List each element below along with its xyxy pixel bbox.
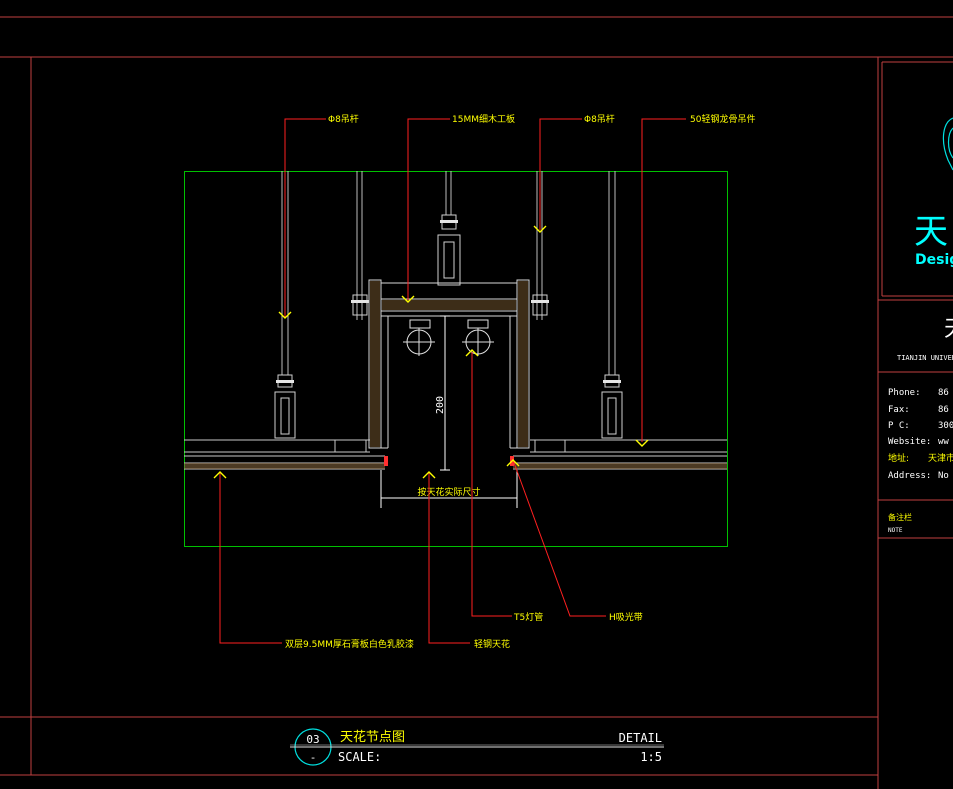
- design-text: Desig: [915, 252, 953, 268]
- contact-label: Website:: [888, 437, 931, 447]
- contact-label: Phone:: [888, 388, 921, 398]
- dimension-vertical: 200: [435, 396, 446, 414]
- detail-dash: -: [310, 751, 317, 764]
- dimension-lines: [380, 315, 518, 508]
- callout-top-1: Φ8吊杆: [328, 113, 359, 125]
- wood-board-hatch: [370, 281, 528, 447]
- contact-label: P C:: [888, 421, 910, 431]
- cad-drawing-canvas[interactable]: 200 按天花实际尺寸 Φ8吊杆 15MM细木工板 Φ8吊杆 50轻钢龙骨吊件 …: [0, 0, 953, 789]
- contact-label: Fax:: [888, 405, 910, 415]
- t5-lamp-fixtures: [403, 319, 494, 356]
- contact-value: ww: [938, 437, 949, 447]
- company-char: 天: [944, 317, 953, 342]
- callout-bottom-4: H吸光带: [609, 611, 643, 623]
- callout-top-2: 15MM细木工板: [452, 113, 515, 125]
- contact-value: 天津市南: [928, 452, 953, 464]
- hanger-clips: [274, 214, 623, 439]
- detail-title: 天花节点图: [340, 729, 405, 745]
- detail-number: 03: [306, 733, 319, 746]
- contact-list: Phone: 86 Fax: 86 P C: 3000 Website: ww …: [888, 388, 953, 481]
- callout-bottom-3: T5灯管: [513, 611, 543, 623]
- contact-value: 3000: [938, 421, 953, 431]
- callout-bottom-1: 双层9.5MM厚石膏板白色乳胶漆: [285, 638, 414, 650]
- callout-top-3: Φ8吊杆: [584, 113, 615, 125]
- scale-label: SCALE:: [338, 750, 381, 764]
- hanger-rods: [281, 171, 616, 375]
- callout-top-4: 50轻钢龙骨吊件: [690, 113, 755, 125]
- light-strip-markers: [384, 456, 514, 466]
- contact-value: 86: [938, 405, 949, 415]
- note-label: 备注栏: [888, 512, 912, 522]
- contact-label: 地址:: [888, 452, 909, 464]
- contact-value: No: [938, 471, 949, 481]
- dimension-horizontal: 按天花实际尺寸: [417, 486, 480, 498]
- note-sub: NOTE: [888, 527, 903, 534]
- detail-label: DETAIL: [619, 731, 662, 745]
- drawing-frame: [0, 16, 953, 789]
- university-line: TIANJIN UNIVERSIT: [897, 354, 953, 362]
- ceiling-hatch: [184, 463, 727, 469]
- logo-mark: [942, 117, 953, 171]
- callout-bottom-2: 轻钢天花: [474, 638, 510, 650]
- scale-value: 1:5: [640, 750, 662, 764]
- contact-value: 86: [938, 388, 949, 398]
- contact-label: Address:: [888, 471, 931, 481]
- logo-text: 天: [914, 212, 948, 252]
